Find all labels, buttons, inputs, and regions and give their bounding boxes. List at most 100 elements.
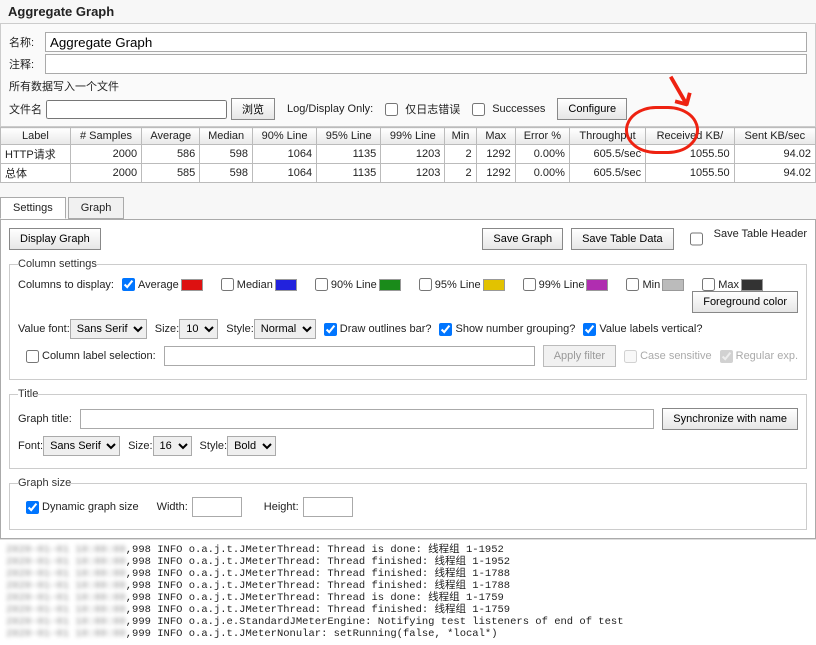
errors-only-checkbox[interactable] (385, 103, 398, 116)
errors-only-label: 仅日志错误 (405, 101, 460, 117)
col-header[interactable]: Average (142, 128, 200, 145)
table-cell: 1292 (476, 145, 515, 164)
browse-button[interactable]: 浏览 (231, 98, 275, 120)
header-panel: 名称: 注释: 所有数据写入一个文件 文件名 浏览 Log/Display On… (0, 23, 816, 127)
table-cell: 94.02 (734, 145, 815, 164)
title-font-style-select[interactable]: Bold (227, 436, 276, 456)
table-cell: 总体 (1, 164, 71, 183)
table-cell: 585 (142, 164, 200, 183)
p99-swatch (586, 279, 608, 291)
vertical-checkbox[interactable] (583, 323, 596, 336)
name-input[interactable] (45, 32, 807, 52)
configure-button[interactable]: Configure (557, 98, 627, 120)
display-graph-button[interactable]: Display Graph (9, 228, 101, 250)
p99-label: 99% Line (539, 279, 585, 291)
col-header[interactable]: Throughput (569, 128, 645, 145)
comment-label: 注释: (9, 56, 45, 72)
table-cell: 1203 (381, 164, 445, 183)
name-label: 名称: (9, 34, 45, 50)
p90-label: 90% Line (331, 279, 377, 291)
valuefont-family-select[interactable]: Sans Serif (70, 319, 147, 339)
height-input[interactable] (303, 497, 353, 517)
filename-input[interactable] (46, 100, 227, 119)
page-title: Aggregate Graph (0, 0, 816, 23)
col-sel-checkbox[interactable] (26, 350, 39, 363)
logdisplay-label: Log/Display Only: (287, 103, 373, 115)
dynamic-size-checkbox[interactable] (26, 501, 39, 514)
col-sel-input[interactable] (164, 346, 535, 366)
title-font-family-select[interactable]: Sans Serif (43, 436, 120, 456)
successes-checkbox[interactable] (472, 103, 485, 116)
title-legend: Title (18, 388, 38, 400)
table-cell: 94.02 (734, 164, 815, 183)
save-header-checkbox[interactable] (690, 228, 703, 250)
width-input[interactable] (192, 497, 242, 517)
outlines-checkbox[interactable] (324, 323, 337, 336)
table-cell: 1135 (317, 145, 381, 164)
min-swatch (662, 279, 684, 291)
title-font-label: Font: (18, 440, 43, 452)
p95-swatch (483, 279, 505, 291)
height-label: Height: (264, 501, 299, 513)
col-header[interactable]: Min (445, 128, 476, 145)
p95-checkbox[interactable] (419, 278, 432, 291)
results-table: Label# SamplesAverageMedian90% Line95% L… (0, 127, 816, 183)
dynamic-size-label: Dynamic graph size (42, 501, 139, 513)
med-checkbox[interactable] (221, 278, 234, 291)
title-size-label: Size: (128, 440, 152, 452)
col-header[interactable]: Median (200, 128, 253, 145)
filename-label: 文件名 (9, 101, 42, 117)
save-table-button[interactable]: Save Table Data (571, 228, 674, 250)
tab-graph[interactable]: Graph (68, 197, 125, 219)
col-header[interactable]: Max (476, 128, 515, 145)
valuefont-size-select[interactable]: 10 (179, 319, 218, 339)
vertical-label: Value labels vertical? (599, 323, 702, 335)
p99-checkbox[interactable] (523, 278, 536, 291)
med-swatch (275, 279, 297, 291)
table-cell: HTTP请求 (1, 145, 71, 164)
table-row: HTTP请求2000586598106411351203212920.00%60… (1, 145, 816, 164)
table-cell: 1055.50 (646, 164, 734, 183)
tab-settings[interactable]: Settings (0, 197, 66, 219)
table-cell: 0.00% (515, 145, 569, 164)
col-header[interactable]: # Samples (70, 128, 141, 145)
graph-title-input[interactable] (80, 409, 654, 429)
valuefont-size-label: Size: (155, 323, 179, 335)
graph-size-legend: Graph size (18, 477, 71, 489)
table-cell: 1135 (317, 164, 381, 183)
table-cell: 605.5/sec (569, 145, 645, 164)
grouping-checkbox[interactable] (439, 323, 452, 336)
valuefont-label: Value font: (18, 323, 70, 335)
foreground-color-button[interactable]: Foreground color (692, 291, 798, 313)
col-header[interactable]: Error % (515, 128, 569, 145)
apply-filter-button[interactable]: Apply filter (543, 345, 616, 367)
table-cell: 1292 (476, 164, 515, 183)
avg-checkbox[interactable] (122, 278, 135, 291)
column-settings-fieldset: Column settings Columns to display: Aver… (9, 258, 807, 380)
title-font-size-select[interactable]: 16 (153, 436, 192, 456)
title-fieldset: Title Graph title: Synchronize with name… (9, 388, 807, 469)
p90-swatch (379, 279, 401, 291)
case-label: Case sensitive (640, 350, 712, 362)
col-header[interactable]: Received KB/ (646, 128, 734, 145)
min-checkbox[interactable] (626, 278, 639, 291)
sync-name-button[interactable]: Synchronize with name (662, 408, 798, 430)
col-header[interactable]: Label (1, 128, 71, 145)
med-label: Median (237, 279, 273, 291)
min-label: Min (642, 279, 660, 291)
col-header[interactable]: 99% Line (381, 128, 445, 145)
table-cell: 598 (200, 164, 253, 183)
p95-label: 95% Line (435, 279, 481, 291)
comment-input[interactable] (45, 54, 807, 74)
table-cell: 2000 (70, 164, 141, 183)
table-cell: 2 (445, 164, 476, 183)
table-cell: 0.00% (515, 164, 569, 183)
p90-checkbox[interactable] (315, 278, 328, 291)
valuefont-style-select[interactable]: Normal (254, 319, 316, 339)
save-graph-button[interactable]: Save Graph (482, 228, 563, 250)
col-header[interactable]: 90% Line (252, 128, 316, 145)
max-checkbox[interactable] (702, 278, 715, 291)
col-header[interactable]: Sent KB/sec (734, 128, 815, 145)
settings-panel: Display Graph Save Graph Save Table Data… (0, 219, 816, 539)
col-header[interactable]: 95% Line (317, 128, 381, 145)
